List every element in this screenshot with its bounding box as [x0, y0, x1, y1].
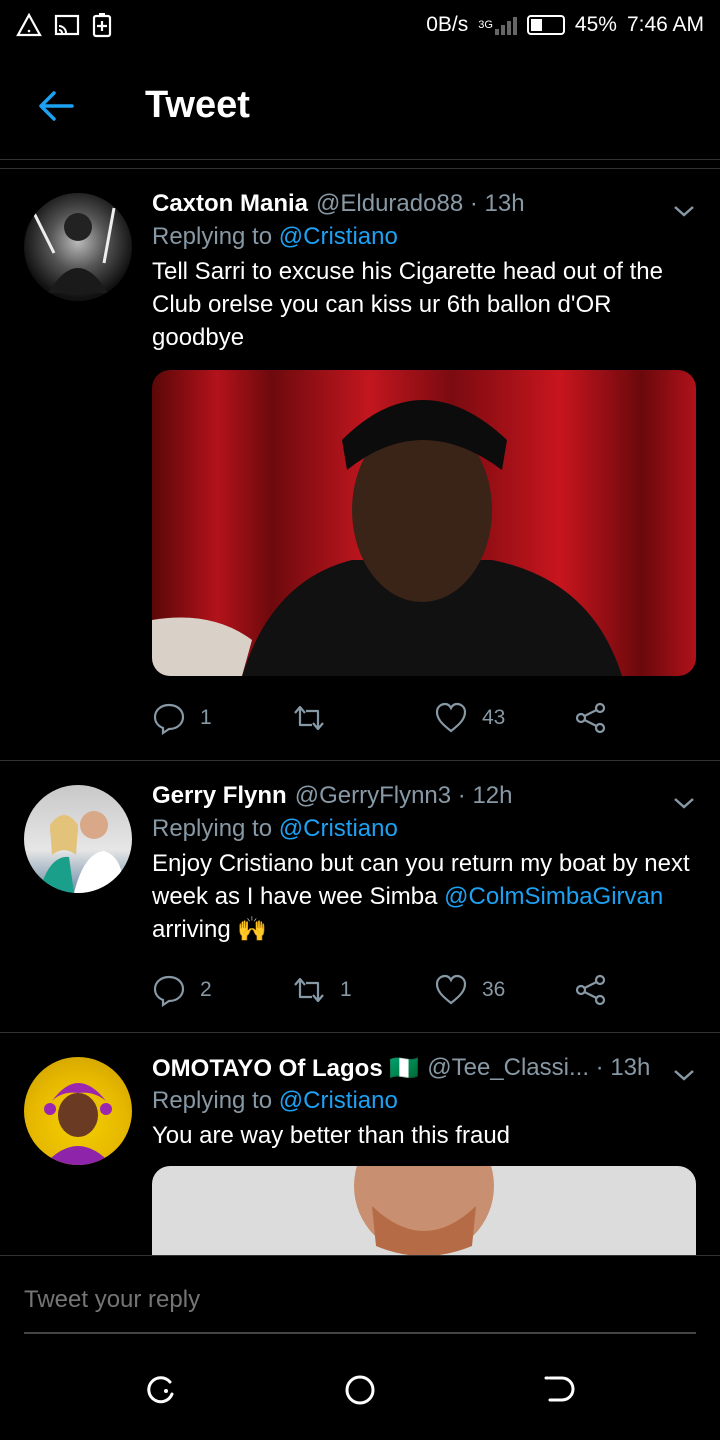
reply-list[interactable]: Caxton Mania @Eldurado88 · 13h Replying … — [0, 168, 720, 1255]
battery-icon — [526, 15, 565, 35]
tweet-time: · 13h — [595, 1054, 651, 1081]
system-nav-bar — [0, 1340, 720, 1440]
author-handle: @Tee_Classi... — [427, 1054, 589, 1081]
avatar-photo — [32, 207, 116, 293]
clock: 7:46 AM — [626, 13, 704, 36]
author-name[interactable]: OMOTAYO Of Lagos 🇳🇬 — [152, 1054, 419, 1083]
share-icon[interactable] — [574, 973, 608, 1007]
replying-to-link[interactable]: @Cristiano — [279, 223, 398, 250]
avatar[interactable] — [24, 785, 132, 893]
replying-to-link[interactable]: @Cristiano — [279, 815, 398, 842]
mention-link[interactable]: @ColmSimbaGirvan — [444, 883, 663, 910]
tweet-item[interactable]: OMOTAYO Of Lagos 🇳🇬 @Tee_Classi... · 13h… — [0, 1033, 720, 1255]
signal-icon — [494, 15, 517, 35]
retweet-icon[interactable] — [292, 701, 326, 735]
tweet-header: OMOTAYO Of Lagos 🇳🇬 @Tee_Classi... · 13h — [152, 1051, 696, 1085]
replying-to: Replying to @Cristiano — [152, 223, 696, 251]
reply-action[interactable]: 2 — [152, 973, 292, 1007]
reply-bar — [0, 1255, 720, 1335]
share-icon[interactable] — [574, 701, 608, 735]
tweet-text-part: arriving 🙌 — [152, 916, 268, 943]
retweet-count: 1 — [340, 978, 352, 1001]
photo-person — [354, 1166, 494, 1255]
comment-icon[interactable] — [152, 973, 186, 1007]
tweet-image[interactable] — [152, 1166, 696, 1255]
heart-icon[interactable] — [434, 701, 468, 735]
chevron-down-icon[interactable] — [672, 791, 696, 815]
retweet-action[interactable] — [292, 701, 434, 735]
photo-person — [152, 400, 622, 676]
avatar-photo — [44, 1083, 112, 1165]
tweet-text: You are way better than this fraud — [152, 1122, 511, 1149]
comment-icon[interactable] — [152, 701, 186, 735]
replying-to-prefix: Replying to — [152, 1087, 273, 1114]
avatar[interactable] — [24, 1057, 132, 1165]
replying-to-prefix: Replying to — [152, 223, 273, 250]
status-indicators: 0B/s 3G 45% 7:46 AM — [426, 13, 704, 37]
reply-count: 2 — [200, 978, 212, 1001]
tweet-text: Tell Sarri to excuse his Cigarette head … — [152, 258, 663, 351]
chevron-down-icon[interactable] — [672, 1063, 696, 1087]
reply-underline — [24, 1332, 696, 1334]
battery-percent: 45% — [574, 13, 617, 36]
status-bar: 0B/s 3G 45% 7:46 AM — [0, 0, 720, 50]
replying-to-link[interactable]: @Cristiano — [279, 1087, 398, 1114]
battery-saver-icon — [92, 13, 112, 38]
tweet-item[interactable]: Gerry Flynn @GerryFlynn3 · 12h Replying … — [0, 761, 720, 1033]
cast-icon — [54, 14, 80, 36]
tweet-actions: 1 43 — [152, 700, 696, 736]
author-handle: @Eldurado88 — [316, 190, 464, 217]
network-type: 3G — [478, 19, 493, 31]
tweet-text: Enjoy Cristiano but can you return my bo… — [152, 847, 696, 946]
avatar-photo — [39, 811, 124, 893]
replying-to-prefix: Replying to — [152, 815, 273, 842]
tweet-image[interactable] — [152, 370, 696, 676]
share-action[interactable] — [574, 701, 608, 735]
author-name[interactable]: Gerry Flynn — [152, 782, 287, 810]
replying-to: Replying to @Cristiano — [152, 815, 696, 843]
chevron-down-icon[interactable] — [672, 199, 696, 223]
notification-icons — [16, 12, 112, 38]
like-action[interactable]: 36 — [434, 973, 574, 1007]
avatar[interactable] — [24, 193, 132, 301]
like-action[interactable]: 43 — [434, 701, 574, 735]
like-count: 36 — [482, 978, 506, 1001]
tweet-time: · 13h — [469, 190, 525, 217]
retweet-action[interactable]: 1 — [292, 973, 434, 1007]
retweet-icon[interactable] — [292, 973, 326, 1007]
home-icon[interactable] — [342, 1372, 378, 1408]
page-title: Tweet — [145, 84, 250, 126]
reply-action[interactable]: 1 — [152, 701, 292, 735]
heart-icon[interactable] — [434, 973, 468, 1007]
app-bar: Tweet — [0, 50, 720, 160]
recent-apps-icon[interactable] — [142, 1372, 178, 1408]
back-icon[interactable] — [542, 1372, 578, 1408]
warning-icon — [16, 13, 42, 37]
share-action[interactable] — [574, 973, 608, 1007]
like-count: 43 — [482, 706, 506, 729]
tweet-item[interactable]: Caxton Mania @Eldurado88 · 13h Replying … — [0, 169, 720, 761]
tweet-time: · 12h — [457, 782, 513, 809]
replying-to: Replying to @Cristiano — [152, 1087, 696, 1115]
tweet-header: Caxton Mania @Eldurado88 · 13h — [152, 187, 696, 221]
reply-input[interactable] — [24, 1286, 696, 1314]
network-speed: 0B/s — [426, 13, 469, 36]
author-name[interactable]: Caxton Mania — [152, 190, 308, 218]
tweet-actions: 2 1 36 — [152, 972, 696, 1008]
tweet-header: Gerry Flynn @GerryFlynn3 · 12h — [152, 779, 696, 813]
reply-count: 1 — [200, 706, 212, 729]
author-handle: @GerryFlynn3 — [294, 782, 452, 809]
back-arrow-icon[interactable] — [36, 86, 76, 126]
